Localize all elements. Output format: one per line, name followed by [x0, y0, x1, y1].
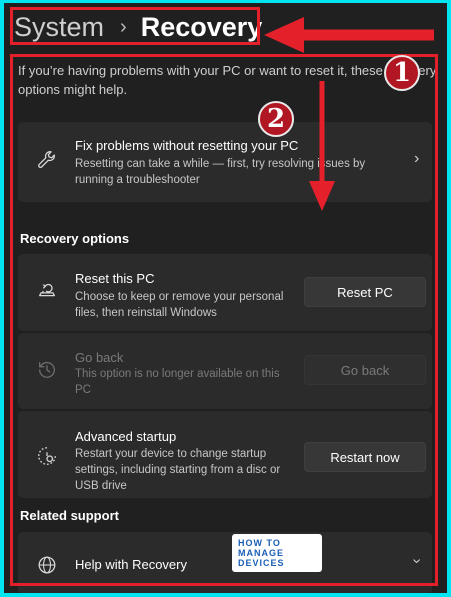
annotation-arrowhead-horizontal: [264, 17, 304, 53]
annotation-arrowhead-vertical: [309, 181, 335, 211]
annotation-arrows: [264, 17, 434, 211]
annotation-marker-1: 1: [384, 55, 420, 91]
annotation-marker-2: 2: [258, 101, 294, 137]
settings-window: System › Recovery If you’re having probl…: [4, 3, 447, 593]
